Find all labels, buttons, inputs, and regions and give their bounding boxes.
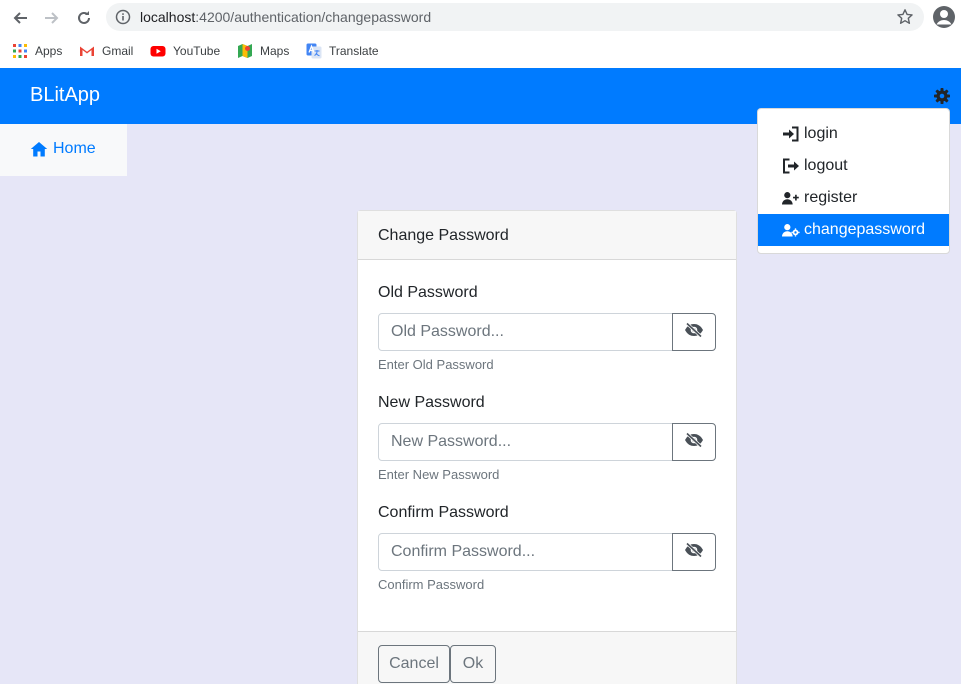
profile-avatar-icon[interactable] <box>932 5 956 29</box>
confirm-password-input[interactable] <box>378 533 673 571</box>
gmail-icon <box>79 43 95 59</box>
url-path: :4200/authentication/changepassword <box>195 9 432 25</box>
sidebar-item-home[interactable]: Home <box>30 140 96 158</box>
address-bar[interactable]: localhost:4200/authentication/changepass… <box>106 3 924 31</box>
translate-icon <box>306 43 322 59</box>
bookmark-maps[interactable]: Maps <box>237 41 289 61</box>
menu-item-register[interactable]: register <box>758 182 949 214</box>
toggle-confirm-password-button[interactable] <box>672 533 716 571</box>
confirm-password-label: Confirm Password <box>378 504 509 521</box>
change-password-card: Change Password Old Password Enter Old P… <box>357 210 737 684</box>
bookmark-apps[interactable]: Apps <box>12 41 62 61</box>
bookmark-star-icon[interactable] <box>896 8 914 26</box>
menu-item-login[interactable]: login <box>758 118 949 150</box>
confirm-password-help: Confirm Password <box>378 577 485 592</box>
eye-slash-icon <box>684 431 704 453</box>
toggle-old-password-button[interactable] <box>672 313 716 351</box>
bookmark-label: YouTube <box>173 44 221 58</box>
bookmark-label: Apps <box>35 44 63 58</box>
app-brand[interactable]: BLitApp <box>30 84 100 107</box>
url-text: localhost:4200/authentication/changepass… <box>140 9 431 25</box>
menu-item-label: login <box>804 125 838 142</box>
back-arrow-icon[interactable] <box>8 6 32 30</box>
site-info-icon[interactable] <box>115 9 131 25</box>
user-plus-icon <box>782 190 800 206</box>
new-password-help: Enter New Password <box>378 467 500 482</box>
bookmark-label: Maps <box>260 44 290 58</box>
browser-toolbar: localhost:4200/authentication/changepass… <box>0 0 961 36</box>
bookmark-youtube[interactable]: YouTube <box>150 41 220 61</box>
sidebar: Home <box>0 124 127 176</box>
bookmark-translate[interactable]: Translate <box>306 41 379 61</box>
url-host: localhost <box>140 9 196 25</box>
eye-slash-icon <box>684 321 704 343</box>
new-password-label: New Password <box>378 394 485 411</box>
apps-grid-icon <box>12 43 28 59</box>
cancel-button[interactable]: Cancel <box>378 645 450 683</box>
card-footer: Cancel Ok <box>358 631 736 684</box>
old-password-help: Enter Old Password <box>378 357 494 372</box>
card-title: Change Password <box>378 227 509 244</box>
bookmark-label: Translate <box>329 44 379 58</box>
sign-in-icon <box>782 126 800 142</box>
menu-item-logout[interactable]: logout <box>758 150 949 182</box>
card-header: Change Password <box>358 211 736 260</box>
sidebar-item-label: Home <box>53 140 96 157</box>
menu-item-label: logout <box>804 157 848 174</box>
old-password-label: Old Password <box>378 284 478 301</box>
ok-button[interactable]: Ok <box>450 645 496 683</box>
new-password-input[interactable] <box>378 423 673 461</box>
home-icon <box>30 141 48 157</box>
youtube-icon <box>150 43 166 59</box>
user-cog-icon <box>782 222 800 238</box>
menu-item-label: changepassword <box>804 221 925 238</box>
menu-item-label: register <box>804 189 858 206</box>
bookmarks-bar: Apps Gmail YouTube Maps Translate <box>0 36 961 68</box>
settings-dropdown-menu: login logout register changepassword <box>757 108 950 254</box>
reload-icon[interactable] <box>72 6 96 30</box>
menu-item-changepassword[interactable]: changepassword <box>758 214 949 246</box>
old-password-input[interactable] <box>378 313 673 351</box>
bookmark-label: Gmail <box>102 44 134 58</box>
maps-icon <box>237 43 253 59</box>
forward-arrow-icon[interactable] <box>40 6 64 30</box>
sign-out-icon <box>782 158 800 174</box>
settings-gear-icon[interactable] <box>933 87 951 105</box>
bookmark-gmail[interactable]: Gmail <box>79 41 133 61</box>
toggle-new-password-button[interactable] <box>672 423 716 461</box>
eye-slash-icon <box>684 541 704 563</box>
